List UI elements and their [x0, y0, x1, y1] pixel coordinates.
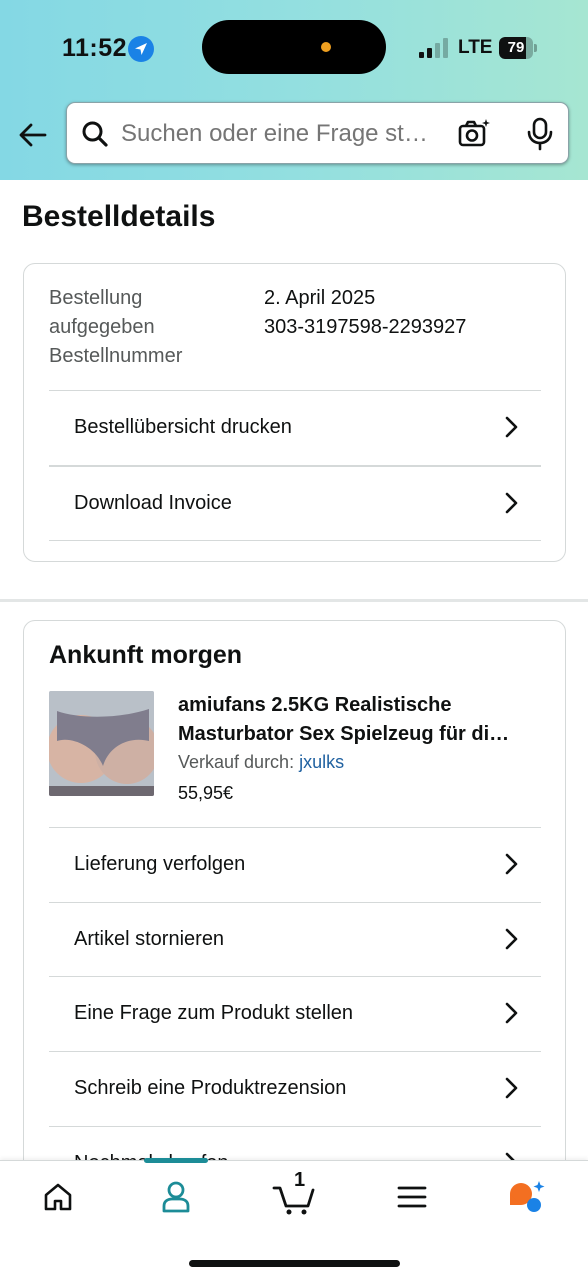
nav-home[interactable]	[28, 1175, 88, 1219]
signal-bars-icon	[419, 38, 448, 58]
row-label: Lieferung verfolgen	[74, 853, 246, 875]
battery-percent: 79	[507, 39, 525, 56]
row-label: Eine Frage zum Produkt stellen	[74, 1002, 354, 1024]
ask-product-question-row[interactable]: Eine Frage zum Produkt stellen	[49, 976, 541, 1050]
order-detail-labels: Bestellung aufgegeben Bestellnummer	[49, 284, 249, 371]
back-arrow-icon	[19, 123, 47, 147]
row-label: Bestellübersicht drucken	[74, 416, 292, 438]
status-time: 11:52	[62, 34, 128, 62]
network-type-label: LTE	[458, 37, 493, 58]
back-button[interactable]	[14, 116, 52, 154]
seller-info: Verkauf durch: jxulks	[178, 752, 344, 773]
order-number-label: Bestellnummer	[49, 345, 183, 367]
row-label: Artikel stornieren	[74, 928, 225, 950]
delivery-status-title: Ankunft morgen	[49, 641, 243, 669]
cart-count-badge: 1	[294, 1169, 306, 1191]
product-image[interactable]	[49, 691, 154, 796]
chevron-right-icon	[505, 928, 518, 950]
download-invoice-row[interactable]: Download Invoice	[49, 465, 541, 539]
divider	[49, 540, 541, 541]
product-photo	[49, 691, 154, 796]
product-name-line1[interactable]: amiufans 2.5KG Realistische	[178, 691, 546, 720]
app-header: 11:52 LTE 79	[0, 0, 588, 180]
track-delivery-row[interactable]: Lieferung verfolgen	[49, 827, 541, 901]
microphone-icon[interactable]	[523, 117, 557, 151]
section-divider	[0, 599, 588, 602]
cancel-item-row[interactable]: Artikel stornieren	[49, 902, 541, 976]
battery-icon: 79	[499, 37, 537, 59]
write-review-row[interactable]: Schreib eine Produktrezension	[49, 1051, 541, 1125]
order-details-card: Bestellung aufgegeben Bestellnummer 2. A…	[23, 263, 566, 562]
page-title: Bestelldetails	[22, 200, 216, 233]
rufus-assistant-icon	[510, 1181, 545, 1212]
order-number-value: 303-3197598-2293927	[264, 316, 467, 338]
active-tab-indicator	[144, 1158, 208, 1163]
bottom-navigation: 1	[0, 1158, 588, 1280]
print-order-summary-row[interactable]: Bestellübersicht drucken	[49, 390, 541, 464]
product-name-line2[interactable]: Masturbator Sex Spielzeug für di…	[178, 720, 546, 749]
chevron-right-icon	[505, 1077, 518, 1099]
product-price: 55,95€	[178, 783, 234, 803]
account-icon	[162, 1181, 190, 1213]
seller-link[interactable]: jxulks	[299, 752, 344, 772]
chevron-right-icon	[505, 492, 518, 514]
order-date-label-line1: Bestellung	[49, 287, 143, 309]
search-icon	[82, 121, 108, 147]
row-label: Download Invoice	[74, 492, 232, 514]
order-date-label-line2: aufgegeben	[49, 316, 155, 338]
home-indicator	[189, 1260, 400, 1267]
nav-rufus[interactable]	[496, 1175, 556, 1219]
nav-cart[interactable]: 1	[264, 1169, 324, 1219]
chevron-right-icon	[505, 853, 518, 875]
search-bar[interactable]	[66, 102, 569, 164]
order-date-value: 2. April 2025	[264, 287, 376, 309]
menu-icon	[397, 1186, 427, 1208]
location-arrow-icon	[128, 36, 154, 62]
home-icon	[44, 1183, 72, 1211]
row-label: Schreib eine Produktrezension	[74, 1077, 347, 1099]
chevron-right-icon	[505, 1002, 518, 1024]
order-detail-values: 2. April 2025 303-3197598-2293927	[264, 284, 466, 342]
chevron-right-icon	[505, 416, 518, 438]
nav-menu[interactable]	[382, 1175, 442, 1219]
seller-prefix: Verkauf durch:	[178, 752, 295, 772]
nav-account[interactable]	[146, 1175, 206, 1219]
camera-icon[interactable]	[457, 117, 491, 151]
privacy-indicator-dot	[321, 42, 331, 52]
dynamic-island	[202, 20, 386, 74]
search-input[interactable]	[121, 117, 443, 151]
